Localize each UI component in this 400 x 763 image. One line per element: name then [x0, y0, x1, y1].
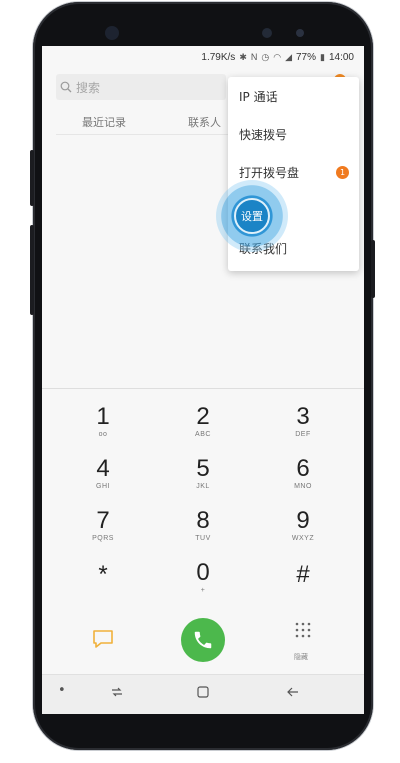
key-digit: 3 — [296, 403, 310, 430]
key-digit: 2 — [196, 403, 210, 430]
key-letters: GHI — [96, 483, 110, 490]
wifi-icon: ◠ — [273, 51, 282, 62]
key-digit: 8 — [196, 507, 210, 534]
clock: 14:00 — [328, 51, 354, 63]
keypad-divider — [42, 388, 364, 389]
key-digit: 7 — [96, 507, 110, 534]
message-button[interactable] — [90, 626, 116, 652]
message-icon — [93, 630, 113, 648]
key-7[interactable]: 7 PQRS — [63, 508, 143, 560]
alarm-icon: ◷ — [261, 51, 270, 62]
call-button[interactable] — [181, 618, 225, 662]
search-placeholder: 搜索 — [76, 80, 101, 95]
menu-item-label: IP 通话 — [239, 89, 278, 104]
status-bar: 1.79K/s ✱ N ◷ ◠ ◢ 77% ▮ 14:00 — [42, 46, 364, 68]
key-letters: MNO — [294, 483, 312, 490]
key-letters: TUV — [195, 535, 211, 542]
hide-keypad-button[interactable] — [292, 620, 314, 654]
home-icon[interactable] — [196, 685, 210, 703]
key-digit: 4 — [96, 455, 110, 482]
key-letters: ABC — [195, 431, 211, 438]
phone-icon — [194, 631, 212, 649]
menu-item-label: 快速拨号 — [239, 127, 288, 142]
key-digit: 5 — [196, 455, 210, 482]
key-digit: * — [98, 561, 108, 588]
bluetooth-icon: ✱ — [239, 51, 247, 62]
key-digit: 0 — [196, 559, 210, 586]
tab-contacts[interactable]: 联系人 — [188, 114, 221, 130]
key-6[interactable]: 6 MNO — [263, 456, 343, 508]
battery-icon: ▮ — [320, 51, 325, 62]
key-letters: + — [200, 587, 206, 594]
network-speed: 1.79K/s — [201, 51, 236, 63]
key-2[interactable]: 2 ABC — [163, 404, 243, 456]
signal-icon: ◢ — [285, 51, 292, 62]
key-hash[interactable]: # — [263, 562, 343, 614]
key-0[interactable]: 0 + — [163, 560, 243, 612]
menu-item-speed-dial[interactable]: 快速拨号 — [228, 115, 359, 153]
notification-badge: 1 — [336, 165, 349, 179]
key-5[interactable]: 5 JKL — [163, 456, 243, 508]
key-digit: 9 — [296, 507, 310, 534]
search-bar[interactable]: 搜索 — [56, 74, 226, 100]
key-letters: JKL — [196, 483, 210, 490]
key-3[interactable]: 3 DEF — [263, 404, 343, 456]
tab-recent[interactable]: 最近记录 — [82, 114, 126, 130]
recent-apps-icon[interactable] — [110, 685, 124, 703]
volume-up-button — [30, 150, 34, 206]
key-letters: DEF — [295, 431, 311, 438]
battery-percent: 77% — [296, 51, 317, 63]
key-9[interactable]: 9 WXYZ — [263, 508, 343, 560]
dialpad-icon — [295, 622, 311, 638]
power-button — [371, 240, 375, 298]
menu-item-label: 打开拨号盘 — [239, 165, 300, 180]
key-1[interactable]: 1 oo — [63, 404, 143, 456]
touch-point[interactable]: 设置 — [234, 198, 270, 234]
sensor-icon — [262, 28, 272, 38]
screen: 1.79K/s ✱ N ◷ ◠ ◢ 77% ▮ 14:00 搜索 最近记录 联系… — [42, 46, 364, 714]
hide-label: 隐藏 — [294, 653, 308, 661]
menu-item-ip-call[interactable]: IP 通话 — [228, 77, 359, 115]
key-star[interactable]: * — [63, 562, 143, 614]
settings-label: 设置 — [241, 210, 263, 223]
search-icon — [56, 81, 76, 93]
proximity-sensor-icon — [296, 29, 304, 37]
key-4[interactable]: 4 GHI — [63, 456, 143, 508]
navigation-bar: • — [42, 674, 364, 714]
key-digit: 6 — [296, 455, 310, 482]
back-icon[interactable] — [286, 685, 300, 703]
volume-down-button — [30, 225, 34, 315]
nav-dot-icon: • — [58, 683, 66, 698]
voicemail-icon: oo — [98, 431, 108, 438]
key-digit: # — [296, 561, 310, 588]
key-letters: WXYZ — [291, 535, 315, 542]
key-digit: 1 — [96, 403, 110, 430]
front-camera-icon — [105, 26, 119, 40]
nfc-icon: N — [250, 52, 258, 62]
key-letters: PQRS — [92, 535, 114, 542]
key-8[interactable]: 8 TUV — [163, 508, 243, 560]
